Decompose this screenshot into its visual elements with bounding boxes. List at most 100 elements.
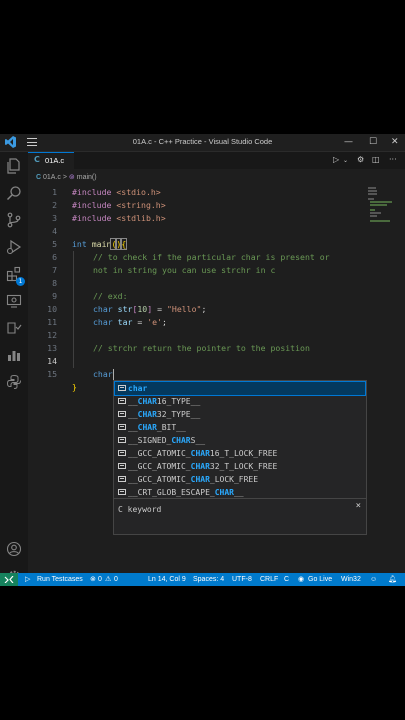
keyword: char <box>93 317 113 327</box>
minimap-line <box>370 220 390 222</box>
indent-guide <box>73 251 74 368</box>
minimap-line <box>368 190 377 192</box>
minimize-icon[interactable]: — <box>344 136 353 148</box>
char-literal: 'e' <box>147 317 163 327</box>
title-bar: 01A.c - C++ Practice - Visual Studio Cod… <box>0 134 405 152</box>
tab-01A-c[interactable]: C 01A.c <box>28 152 74 169</box>
code-line-3: #include <stdlib.h> <box>72 212 166 225</box>
cursor-position[interactable]: Ln 14, Col 9 <box>148 573 186 586</box>
suggestion-item[interactable]: __GCC_ATOMIC_CHAR32_T_LOCK_FREE <box>115 460 365 473</box>
notifications-bell-icon[interactable]: 🔔︎ <box>388 573 397 586</box>
copilot-icon[interactable]: ☺ <box>370 573 377 586</box>
run-testcases-icon: ▷ <box>25 576 31 583</box>
suggestion-item[interactable]: __GCC_ATOMIC_CHAR_LOCK_FREE <box>115 473 365 486</box>
suggestion-text: 16_TYPE__ <box>156 397 201 406</box>
line-number: 3 <box>52 213 57 223</box>
minimap-line <box>368 187 376 189</box>
suggestion-item[interactable]: __SIGNED_CHARS__ <box>115 434 365 447</box>
explorer-icon[interactable] <box>6 158 22 174</box>
source-control-icon[interactable] <box>6 212 22 228</box>
code-line-10: char tar = 'e'; <box>93 316 167 329</box>
account-icon[interactable] <box>6 541 22 557</box>
suggestion-text: 16_T_LOCK_FREE <box>209 449 278 458</box>
line-number: 11 <box>47 317 57 327</box>
suggestion-item-selected[interactable]: char <box>114 381 366 396</box>
testing-icon[interactable] <box>6 320 22 336</box>
breadcrumb-file[interactable]: 01A.c <box>43 174 61 181</box>
suggestion-item[interactable]: __CHAR_BIT__ <box>115 421 365 434</box>
search-icon[interactable] <box>6 185 22 201</box>
python-icon[interactable] <box>6 374 22 390</box>
breadcrumb[interactable]: C 01A.c > ⊚ main() <box>36 173 97 181</box>
semicolon: ; <box>201 304 207 314</box>
close-details-icon[interactable]: × <box>356 501 361 511</box>
maximize-icon[interactable]: ☐ <box>369 136 377 148</box>
settings-gear-icon[interactable]: ⚙ <box>357 155 364 164</box>
indentation[interactable]: Spaces: 4 <box>193 573 224 586</box>
vscode-window: 01A.c - C++ Practice - Visual Studio Cod… <box>0 134 405 586</box>
extensions-badge: 1 <box>16 277 25 286</box>
warning-count[interactable]: 0 <box>114 573 118 586</box>
code-line-1: #include <stdio.h> <box>72 186 161 199</box>
keyword-icon <box>118 463 126 469</box>
go-live-button[interactable]: Go Live <box>308 573 332 586</box>
error-count[interactable]: 0 <box>98 573 102 586</box>
line-number: 8 <box>52 278 57 288</box>
platform[interactable]: Win32 <box>341 573 361 586</box>
keyword-icon <box>118 450 126 456</box>
suggestion-item[interactable]: __CHAR32_TYPE__ <box>115 408 365 421</box>
suggestion-detail: C keyword <box>118 505 162 514</box>
line-number: 4 <box>52 226 57 236</box>
operator: = <box>152 304 167 314</box>
suggestion-text: __ <box>128 423 138 432</box>
breadcrumb-symbol[interactable]: main() <box>77 174 97 181</box>
run-debug-icon[interactable] <box>6 239 22 255</box>
split-editor-icon[interactable]: ◫ <box>372 155 380 164</box>
run-file-icon[interactable]: ▷ <box>333 155 339 164</box>
line-number: 15 <box>47 369 57 379</box>
number: 10 <box>137 304 148 314</box>
suggestion-text: S__ <box>190 436 206 445</box>
preprocessor: #include <box>72 200 112 210</box>
tab-label: 01A.c <box>45 156 65 165</box>
preprocessor: #include <box>72 187 112 197</box>
breadcrumb-separator: > <box>62 174 67 181</box>
remote-explorer-icon[interactable] <box>6 293 22 309</box>
language-mode[interactable]: C <box>284 573 289 586</box>
suggestion-text: __GCC_ATOMIC_ <box>128 449 191 458</box>
broadcast-icon: ◉ <box>298 576 305 583</box>
minimap-line <box>368 193 377 195</box>
line-number: 2 <box>52 200 57 210</box>
details-divider <box>114 498 366 499</box>
activity-bar: 1 <box>0 152 28 584</box>
line-ending[interactable]: CRLF <box>260 573 278 586</box>
keyword: int <box>72 239 87 249</box>
suggestion-match: CHAR <box>214 488 234 497</box>
line-number: 9 <box>52 291 57 301</box>
variable: tar <box>112 317 133 327</box>
minimap-line <box>370 204 387 206</box>
line-number: 6 <box>52 252 57 262</box>
keyword-icon <box>118 437 126 443</box>
comment-line-8: // exd: <box>93 291 128 301</box>
suggestion-text: __SIGNED_ <box>128 436 172 445</box>
suggestion-item[interactable]: __CHAR16_TYPE__ <box>115 395 365 408</box>
more-actions-icon[interactable]: ··· <box>389 155 397 164</box>
suggestion-item[interactable]: __GCC_ATOMIC_CHAR16_T_LOCK_FREE <box>115 447 365 460</box>
suggestion-match: CHAR <box>137 423 157 432</box>
c-file-icon: C <box>36 174 42 181</box>
close-icon[interactable]: ✕ <box>391 136 399 148</box>
suggestion-text: __ <box>128 397 138 406</box>
include-path: <stdio.h> <box>111 187 161 197</box>
chart-icon[interactable] <box>6 347 22 363</box>
encoding[interactable]: UTF-8 <box>232 573 252 586</box>
error-icon: ⊗ <box>90 576 96 583</box>
keyword-icon <box>118 385 126 391</box>
run-testcases-button[interactable]: Run Testcases <box>37 573 83 586</box>
suggest-widget: char __CHAR16_TYPE__ __CHAR32_TYPE__ __C… <box>113 380 367 535</box>
run-dropdown-chevron-icon[interactable]: ⌄ <box>343 157 348 164</box>
remote-indicator[interactable] <box>0 573 18 586</box>
suggestion-match: CHAR <box>190 449 210 458</box>
semicolon: ; <box>162 317 167 327</box>
preprocessor: #include <box>72 213 112 223</box>
